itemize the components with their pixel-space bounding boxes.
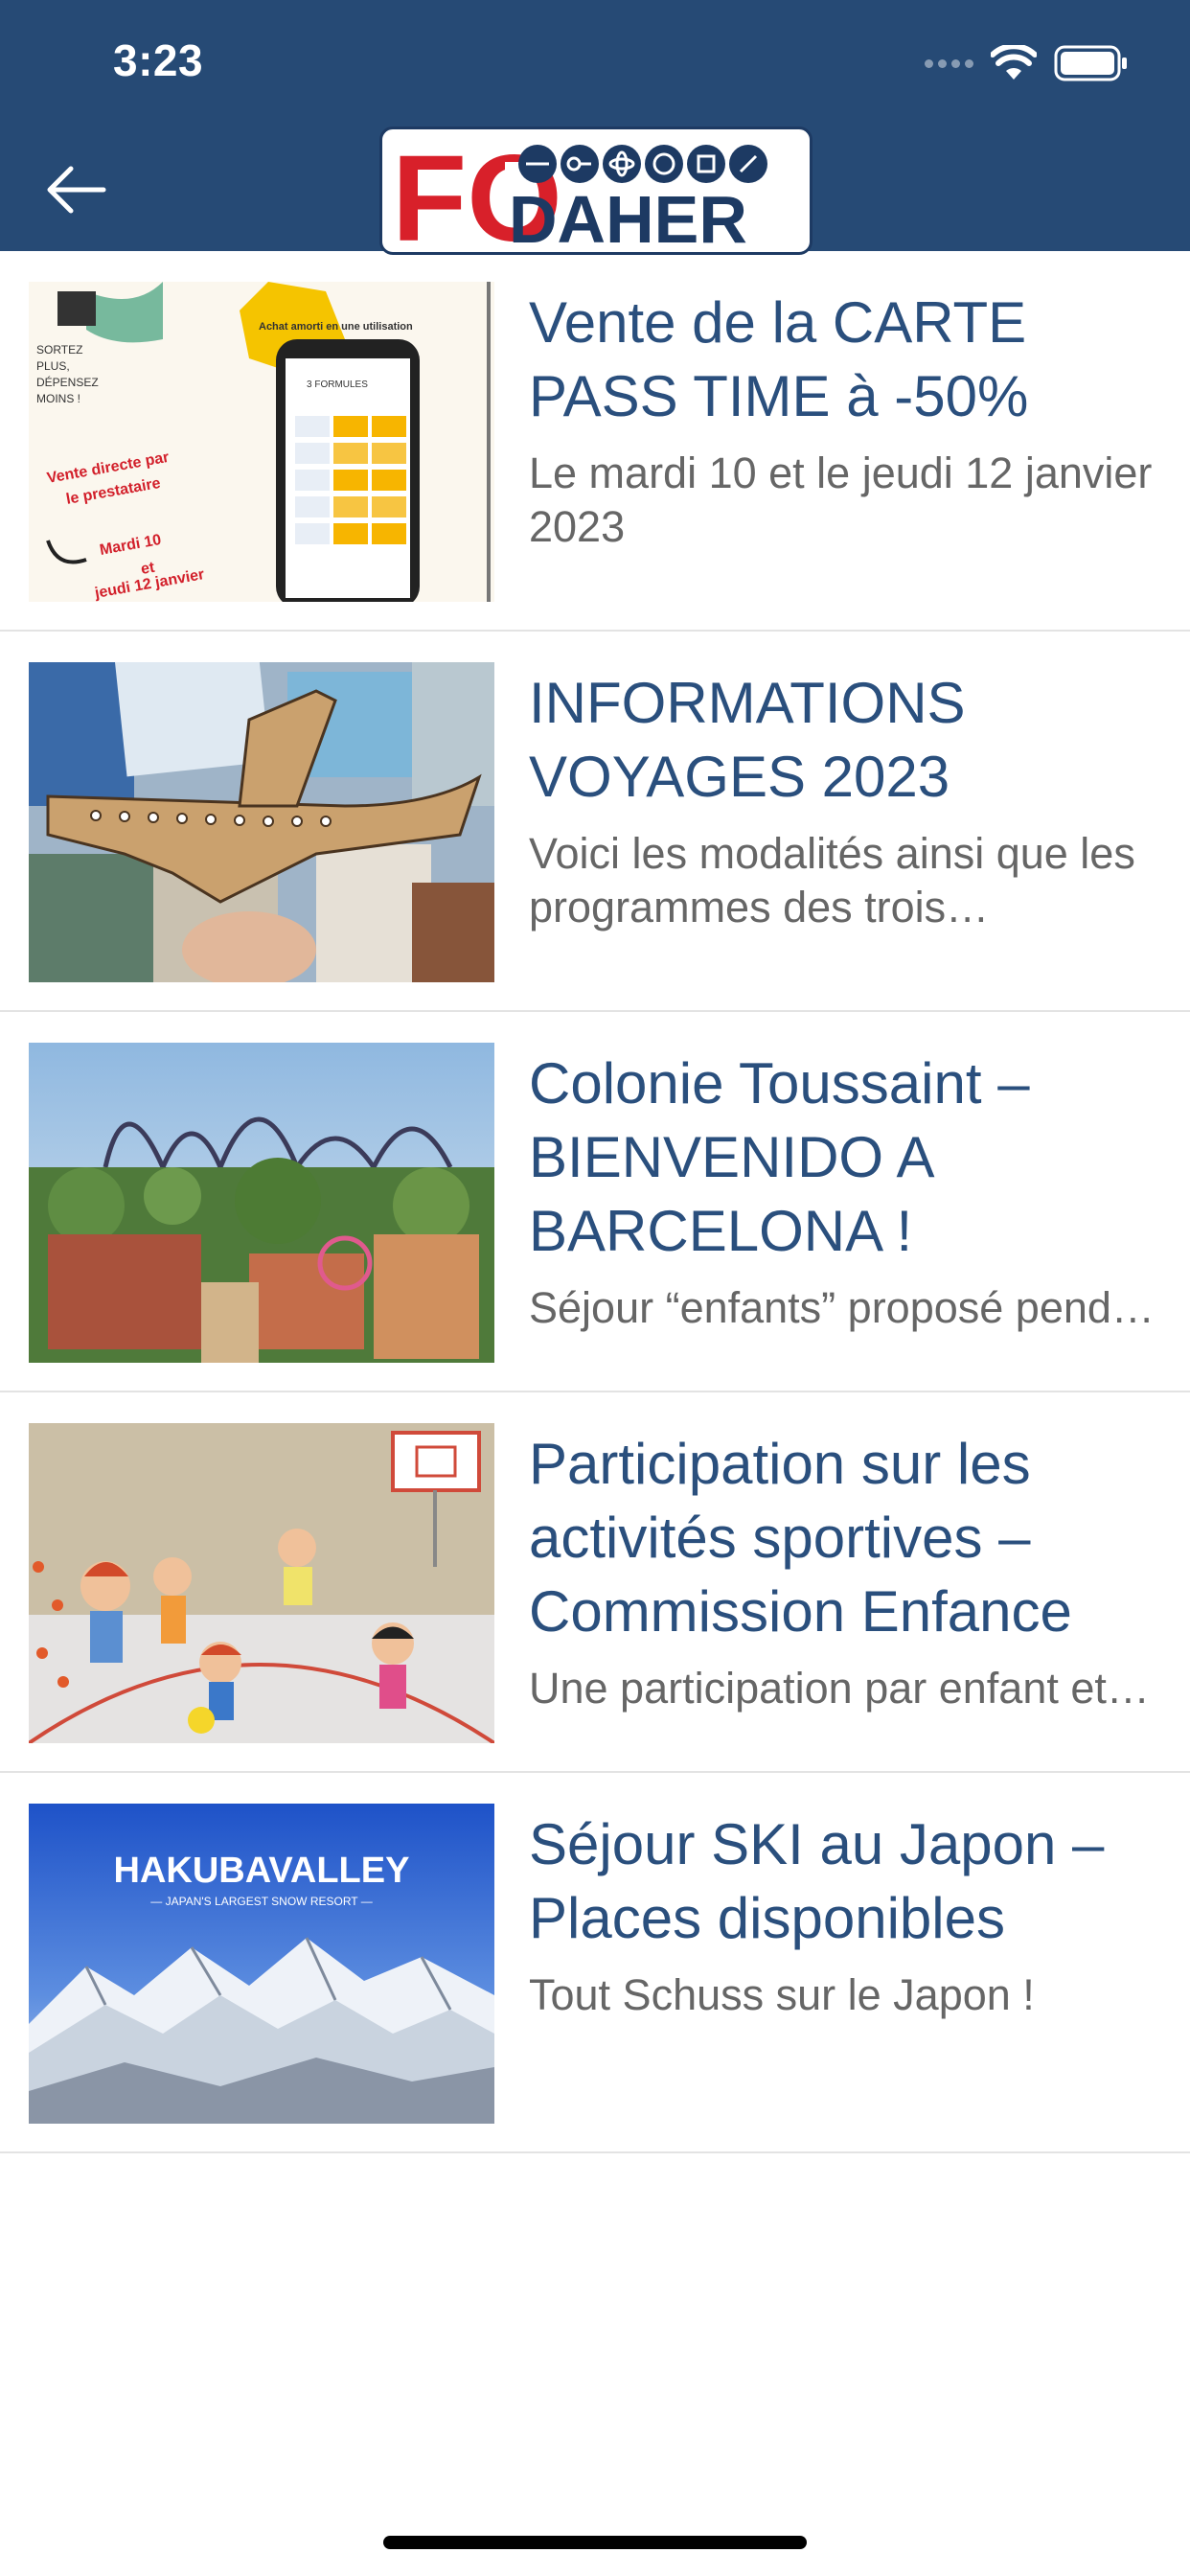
- home-indicator[interactable]: [383, 2536, 807, 2549]
- news-title: Colonie Toussaint – BIENVENIDO A BARCELO…: [529, 1051, 1030, 1263]
- news-item-voyages[interactable]: INFORMATIONS VOYAGES 2023 Voici les moda…: [0, 632, 1190, 1012]
- svg-text:— JAPAN'S LARGEST SNOW RESORT: — JAPAN'S LARGEST SNOW RESORT —: [150, 1895, 372, 1908]
- arrow-left-icon: [47, 166, 106, 214]
- news-thumbnail: [29, 1423, 494, 1743]
- news-thumbnail: HAKUBAVALLEY — JAPAN'S LARGEST SNOW RESO…: [29, 1804, 494, 2124]
- news-title: INFORMATIONS VOYAGES 2023: [529, 671, 966, 809]
- fo-daher-logo: FO DAHER: [379, 126, 812, 255]
- news-item-colonie[interactable]: Colonie Toussaint – BIENVENIDO A BARCELO…: [0, 1012, 1190, 1392]
- news-thumbnail: Achat amorti en une utilisation 3 FORMUL…: [29, 282, 494, 602]
- signal-icon: [925, 58, 973, 68]
- news-subtitle: Le mardi 10 et le jeudi 12 janvier 2023: [529, 448, 1153, 551]
- news-thumbnail: [29, 662, 494, 982]
- news-subtitle: Séjour “enfants” proposé pendant les vac…: [529, 1283, 1161, 1332]
- svg-text:HAKUBAVALLEY: HAKUBAVALLEY: [114, 1851, 410, 1891]
- news-item-pass-time[interactable]: Achat amorti en une utilisation 3 FORMUL…: [0, 251, 1190, 632]
- news-title: Participation sur les activités sportive…: [529, 1432, 1072, 1644]
- status-time: 3:23: [113, 35, 204, 85]
- news-item-sport[interactable]: Participation sur les activités sportive…: [0, 1392, 1190, 1773]
- news-title: Vente de la CARTE PASS TIME à -50%: [529, 290, 1029, 428]
- svg-text:Achat amorti en une utilisatio: Achat amorti en une utilisation: [259, 321, 413, 333]
- status-icons: [925, 42, 1129, 84]
- svg-text:PLUS,: PLUS,: [36, 359, 70, 373]
- news-subtitle: Une participation par enfant et par an: [529, 1664, 1161, 1713]
- news-title: Séjour SKI au Japon – Places disponibles: [529, 1812, 1105, 1950]
- wifi-icon: [991, 45, 1037, 80]
- svg-text:3 FORMULES: 3 FORMULES: [307, 380, 368, 390]
- svg-text:MOINS !: MOINS !: [36, 392, 80, 405]
- svg-text:DÉPENSEZ: DÉPENSEZ: [36, 375, 99, 389]
- back-button[interactable]: [42, 161, 109, 218]
- news-item-ski-japon[interactable]: HAKUBAVALLEY — JAPAN'S LARGEST SNOW RESO…: [0, 1773, 1190, 2153]
- svg-text:DAHER: DAHER: [509, 182, 747, 252]
- battery-icon: [1054, 45, 1127, 81]
- news-subtitle: Voici les modalités ainsi que les progra…: [529, 829, 1135, 932]
- news-list: Achat amorti en une utilisation 3 FORMUL…: [0, 251, 1190, 2153]
- news-subtitle: Tout Schuss sur le Japon !: [529, 1970, 1035, 2019]
- svg-text:SORTEZ: SORTEZ: [36, 343, 82, 356]
- news-thumbnail: [29, 1043, 494, 1363]
- app-header: 3:23 FO DAHER: [0, 0, 1190, 255]
